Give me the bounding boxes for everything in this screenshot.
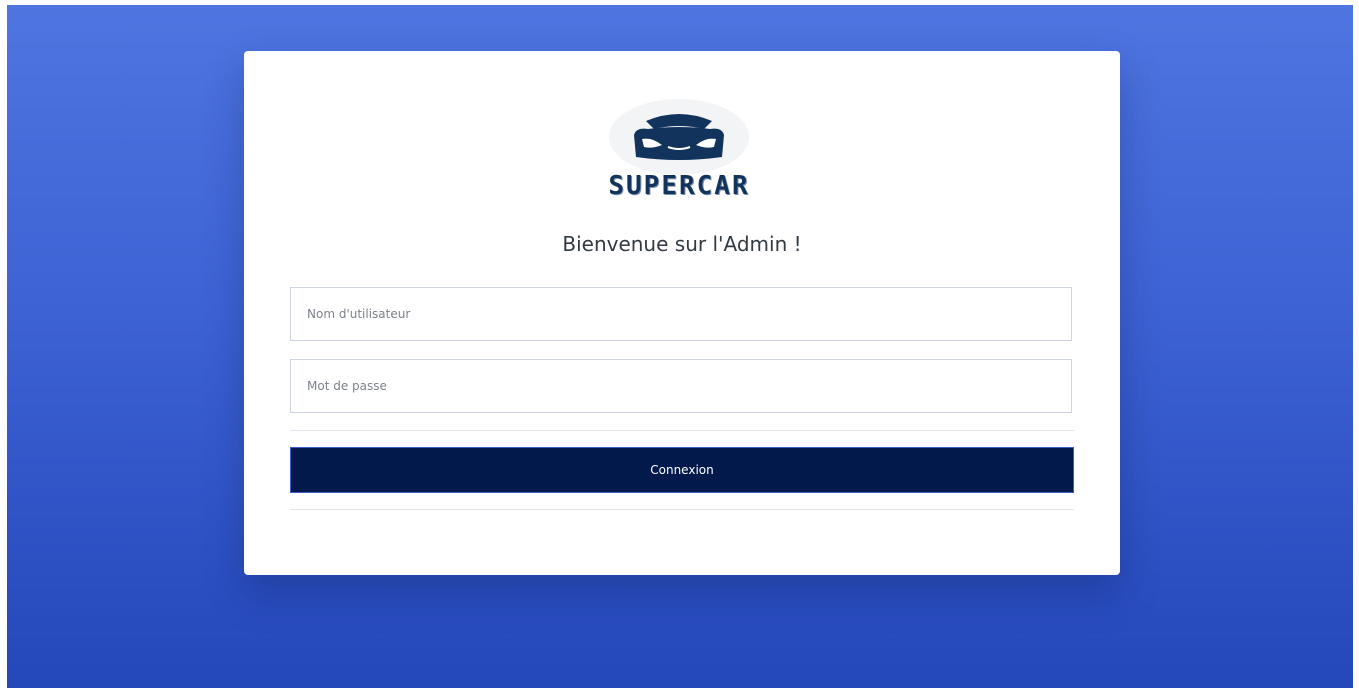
- divider-bottom: [290, 509, 1074, 510]
- divider-top: [290, 430, 1074, 431]
- logo-wordmark: SUPERCAR: [608, 171, 750, 201]
- password-field[interactable]: [290, 359, 1072, 413]
- login-page-background: SUPERCAR Bienvenue sur l'Admin ! Connexi…: [7, 5, 1353, 688]
- username-field[interactable]: [290, 287, 1072, 341]
- login-card: SUPERCAR Bienvenue sur l'Admin ! Connexi…: [244, 51, 1120, 575]
- password-input[interactable]: [291, 360, 1071, 412]
- username-input[interactable]: [291, 288, 1071, 340]
- supercar-logo: SUPERCAR: [594, 99, 764, 225]
- welcome-heading: Bienvenue sur l'Admin !: [562, 232, 802, 256]
- car-front-icon: [609, 99, 749, 175]
- login-button[interactable]: Connexion: [290, 447, 1074, 493]
